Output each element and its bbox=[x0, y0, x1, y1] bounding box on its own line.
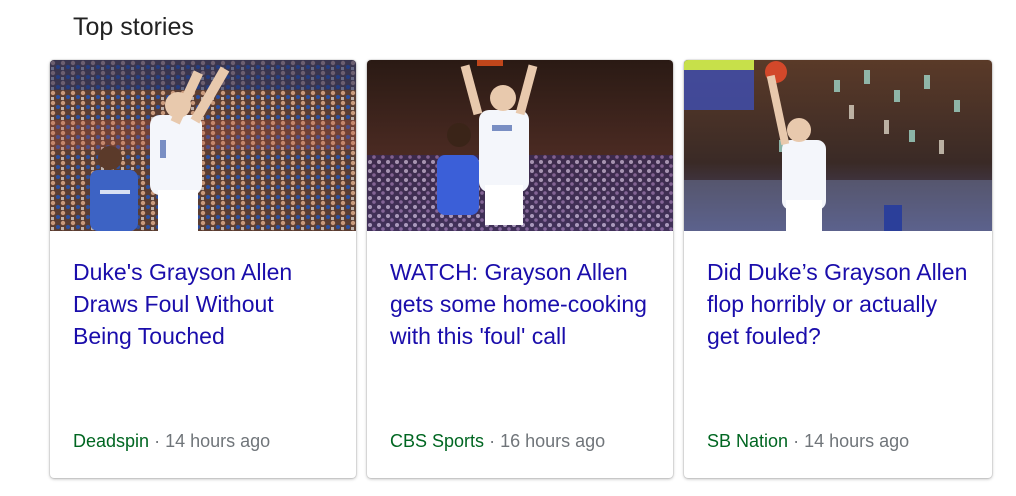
story-headline[interactable]: Did Duke’s Grayson Allen flop horribly o… bbox=[707, 256, 974, 352]
story-thumbnail[interactable] bbox=[50, 60, 356, 231]
basketball-photo-icon bbox=[367, 60, 673, 231]
story-meta: CBS Sports · 16 hours ago bbox=[390, 430, 605, 452]
meta-separator: · bbox=[793, 431, 800, 451]
story-time: 16 hours ago bbox=[500, 431, 606, 451]
basketball-photo-icon bbox=[50, 60, 356, 231]
story-card[interactable]: Did Duke’s Grayson Allen flop horribly o… bbox=[684, 60, 992, 478]
story-source: CBS Sports bbox=[390, 431, 485, 451]
basketball-photo-icon bbox=[684, 60, 992, 231]
story-time: 14 hours ago bbox=[165, 431, 271, 451]
story-card[interactable]: Duke's Grayson Allen Draws Foul Without … bbox=[50, 60, 356, 478]
story-card[interactable]: WATCH: Grayson Allen gets some home-cook… bbox=[367, 60, 673, 478]
meta-separator: · bbox=[154, 431, 161, 451]
story-meta: SB Nation · 14 hours ago bbox=[707, 430, 909, 452]
story-meta: Deadspin · 14 hours ago bbox=[73, 430, 270, 452]
story-thumbnail[interactable] bbox=[684, 60, 992, 231]
story-source: SB Nation bbox=[707, 431, 789, 451]
story-source: Deadspin bbox=[73, 431, 150, 451]
section-title: Top stories bbox=[73, 13, 194, 41]
meta-separator: · bbox=[489, 431, 496, 451]
story-headline[interactable]: Duke's Grayson Allen Draws Foul Without … bbox=[73, 256, 338, 352]
top-stories-carousel: Duke's Grayson Allen Draws Foul Without … bbox=[50, 60, 992, 478]
story-headline[interactable]: WATCH: Grayson Allen gets some home-cook… bbox=[390, 256, 655, 352]
story-time: 14 hours ago bbox=[804, 431, 910, 451]
story-thumbnail[interactable] bbox=[367, 60, 673, 231]
